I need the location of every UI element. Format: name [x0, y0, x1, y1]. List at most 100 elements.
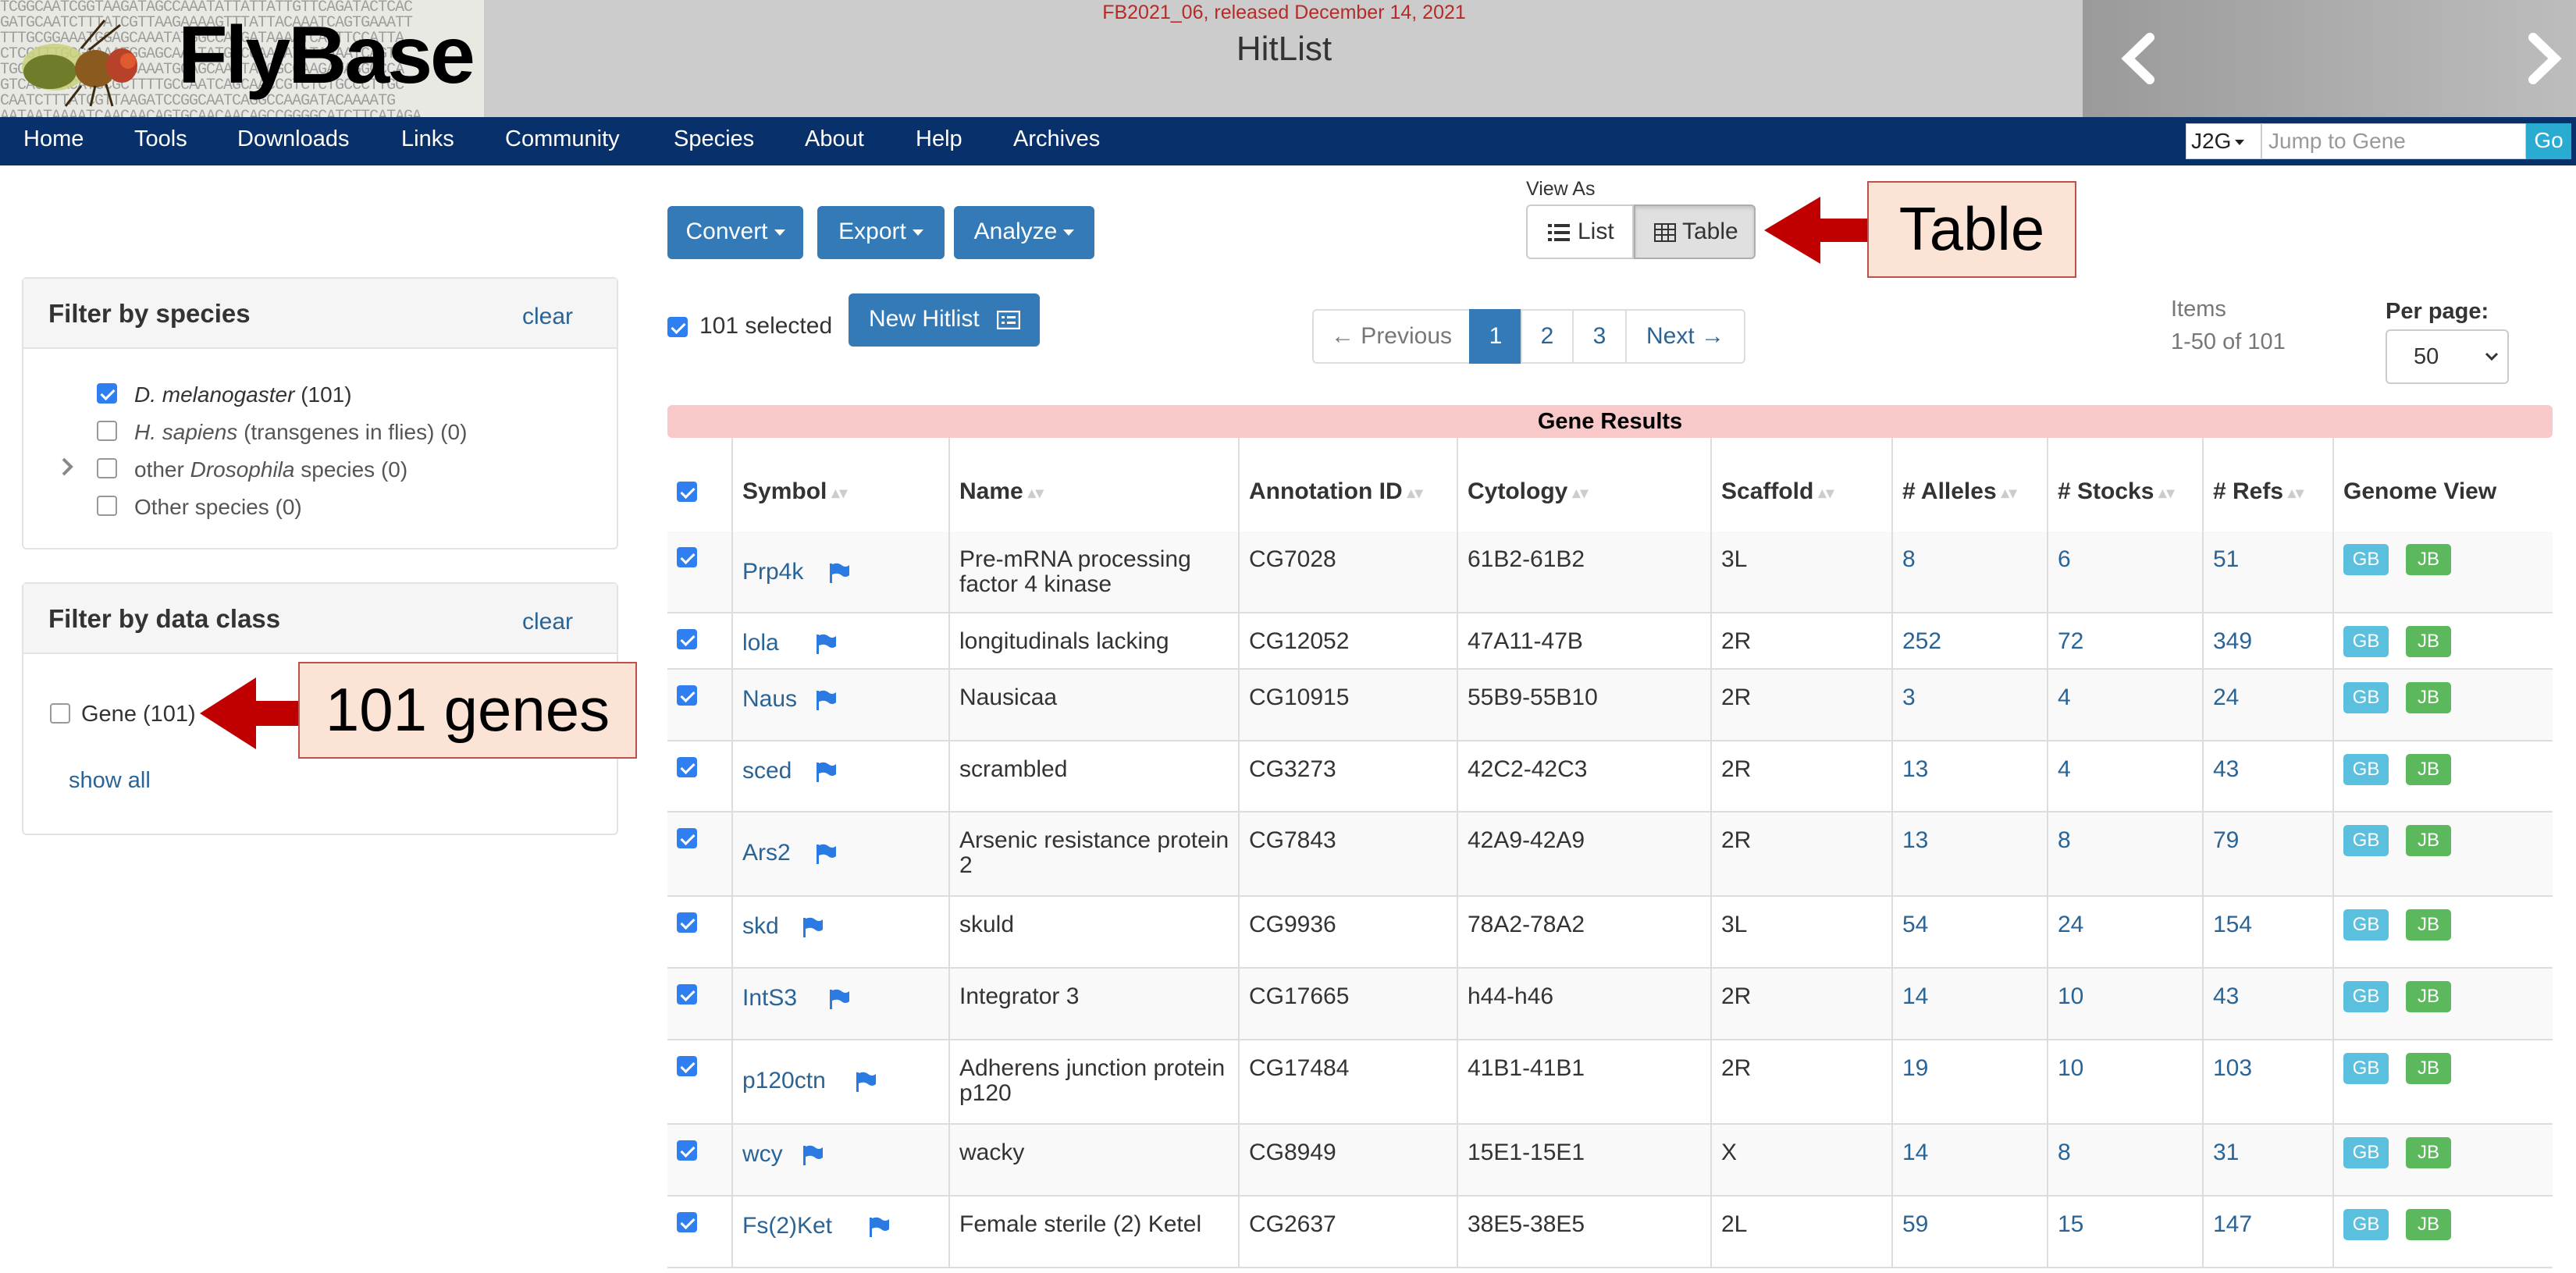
- pagination-page-3[interactable]: 3: [1572, 309, 1627, 364]
- gene-class-checkbox[interactable]: [50, 703, 70, 724]
- nav-home[interactable]: Home: [23, 117, 84, 165]
- refs-link[interactable]: 31: [2213, 1140, 2239, 1165]
- gbrowse-button[interactable]: GB: [2343, 682, 2389, 713]
- gene-symbol-link[interactable]: IntS3: [742, 986, 797, 1011]
- nav-species[interactable]: Species: [674, 117, 754, 165]
- pagination-next[interactable]: Next →: [1625, 309, 1745, 364]
- pagination-previous[interactable]: ← Previous: [1312, 309, 1471, 364]
- alleles-link[interactable]: 252: [1902, 629, 1941, 654]
- j2g-select[interactable]: J2G: [2186, 123, 2261, 159]
- jbrowse-button[interactable]: JB: [2406, 825, 2451, 856]
- gbrowse-button[interactable]: GB: [2343, 544, 2389, 575]
- chevron-right-icon[interactable]: [2508, 23, 2576, 94]
- alleles-link[interactable]: 13: [1902, 828, 1928, 853]
- stocks-link[interactable]: 72: [2058, 629, 2083, 654]
- jump-to-gene-input[interactable]: Jump to Gene: [2261, 123, 2526, 159]
- flag-icon[interactable]: [801, 916, 824, 939]
- nav-community[interactable]: Community: [505, 117, 620, 165]
- nav-downloads[interactable]: Downloads: [237, 117, 349, 165]
- nav-help[interactable]: Help: [916, 117, 962, 165]
- column-header-cytology[interactable]: Cytology ▴▾: [1458, 438, 1712, 544]
- refs-link[interactable]: 154: [2213, 912, 2252, 937]
- refs-link[interactable]: 51: [2213, 547, 2239, 572]
- flag-icon[interactable]: [827, 561, 851, 585]
- jbrowse-button[interactable]: JB: [2406, 626, 2451, 657]
- nav-about[interactable]: About: [805, 117, 864, 165]
- species-checkbox-sapiens[interactable]: [97, 421, 117, 441]
- column-header-annotation-id[interactable]: Annotation ID ▴▾: [1240, 438, 1458, 544]
- go-button[interactable]: Go: [2526, 123, 2571, 159]
- convert-button[interactable]: Convert: [667, 206, 803, 259]
- gbrowse-button[interactable]: GB: [2343, 626, 2389, 657]
- flag-icon[interactable]: [814, 842, 838, 866]
- alleles-link[interactable]: 14: [1902, 984, 1928, 1009]
- refs-link[interactable]: 24: [2213, 685, 2239, 710]
- analyze-button[interactable]: Analyze: [954, 206, 1094, 259]
- flag-icon[interactable]: [814, 688, 838, 712]
- gbrowse-button[interactable]: GB: [2343, 1053, 2389, 1084]
- pagination-page-2[interactable]: 2: [1521, 309, 1574, 364]
- stocks-link[interactable]: 24: [2058, 912, 2083, 937]
- gbrowse-button[interactable]: GB: [2343, 1209, 2389, 1240]
- jbrowse-button[interactable]: JB: [2406, 1209, 2451, 1240]
- stocks-link[interactable]: 10: [2058, 984, 2083, 1009]
- alleles-link[interactable]: 14: [1902, 1140, 1928, 1165]
- flag-icon[interactable]: [854, 1070, 877, 1093]
- gene-symbol-link[interactable]: lola: [742, 631, 779, 656]
- row-checkbox[interactable]: [677, 629, 697, 649]
- row-checkbox[interactable]: [677, 984, 697, 1005]
- stocks-link[interactable]: 4: [2058, 757, 2071, 782]
- species-checkbox-other[interactable]: [97, 496, 117, 516]
- jbrowse-button[interactable]: JB: [2406, 544, 2451, 575]
- gene-symbol-link[interactable]: Fs(2)Ket: [742, 1214, 832, 1239]
- row-checkbox[interactable]: [677, 1140, 697, 1161]
- alleles-link[interactable]: 59: [1902, 1212, 1928, 1237]
- gene-symbol-link[interactable]: p120ctn: [742, 1069, 826, 1093]
- alleles-link[interactable]: 13: [1902, 757, 1928, 782]
- flag-icon[interactable]: [827, 987, 851, 1011]
- flybase-logo[interactable]: TCGGCAATCGGTAAGATAGCCAAATATTATTATTGTTCAG…: [0, 0, 484, 117]
- jbrowse-button[interactable]: JB: [2406, 981, 2451, 1012]
- refs-link[interactable]: 43: [2213, 984, 2239, 1009]
- nav-tools[interactable]: Tools: [134, 117, 187, 165]
- gbrowse-button[interactable]: GB: [2343, 909, 2389, 941]
- flag-icon[interactable]: [867, 1215, 891, 1239]
- chevron-right-icon[interactable]: [58, 455, 76, 478]
- refs-link[interactable]: 79: [2213, 828, 2239, 853]
- jbrowse-button[interactable]: JB: [2406, 1137, 2451, 1168]
- flag-icon[interactable]: [814, 632, 838, 656]
- gene-symbol-link[interactable]: Ars2: [742, 841, 791, 866]
- header-select-all-checkbox[interactable]: [677, 482, 697, 502]
- species-checkbox-other-drosophila[interactable]: [97, 458, 117, 478]
- gbrowse-button[interactable]: GB: [2343, 754, 2389, 785]
- nav-links[interactable]: Links: [401, 117, 454, 165]
- column-header-refs[interactable]: # Refs ▴▾: [2204, 438, 2334, 544]
- jbrowse-button[interactable]: JB: [2406, 682, 2451, 713]
- column-header-alleles[interactable]: # Alleles ▴▾: [1893, 438, 2048, 544]
- row-checkbox[interactable]: [677, 757, 697, 777]
- export-button[interactable]: Export: [817, 206, 945, 259]
- stocks-link[interactable]: 6: [2058, 547, 2071, 572]
- stocks-link[interactable]: 4: [2058, 685, 2071, 710]
- column-header-name[interactable]: Name ▴▾: [950, 438, 1240, 544]
- view-table-button[interactable]: Table: [1634, 204, 1756, 259]
- gene-symbol-link[interactable]: Prp4k: [742, 560, 803, 585]
- chevron-left-icon[interactable]: [2105, 23, 2175, 94]
- show-all-link[interactable]: show all: [69, 768, 151, 794]
- refs-link[interactable]: 147: [2213, 1212, 2252, 1237]
- row-checkbox[interactable]: [677, 1056, 697, 1076]
- stocks-link[interactable]: 8: [2058, 1140, 2071, 1165]
- row-checkbox[interactable]: [677, 912, 697, 933]
- alleles-link[interactable]: 19: [1902, 1056, 1928, 1081]
- stocks-link[interactable]: 15: [2058, 1212, 2083, 1237]
- row-checkbox[interactable]: [677, 547, 697, 567]
- jbrowse-button[interactable]: JB: [2406, 754, 2451, 785]
- alleles-link[interactable]: 3: [1902, 685, 1916, 710]
- species-checkbox-melanogaster[interactable]: [97, 383, 117, 404]
- pagination-page-1[interactable]: 1: [1469, 309, 1522, 364]
- refs-link[interactable]: 43: [2213, 757, 2239, 782]
- refs-link[interactable]: 103: [2213, 1056, 2252, 1081]
- jbrowse-button[interactable]: JB: [2406, 1053, 2451, 1084]
- gene-symbol-link[interactable]: skd: [742, 914, 779, 939]
- stocks-link[interactable]: 10: [2058, 1056, 2083, 1081]
